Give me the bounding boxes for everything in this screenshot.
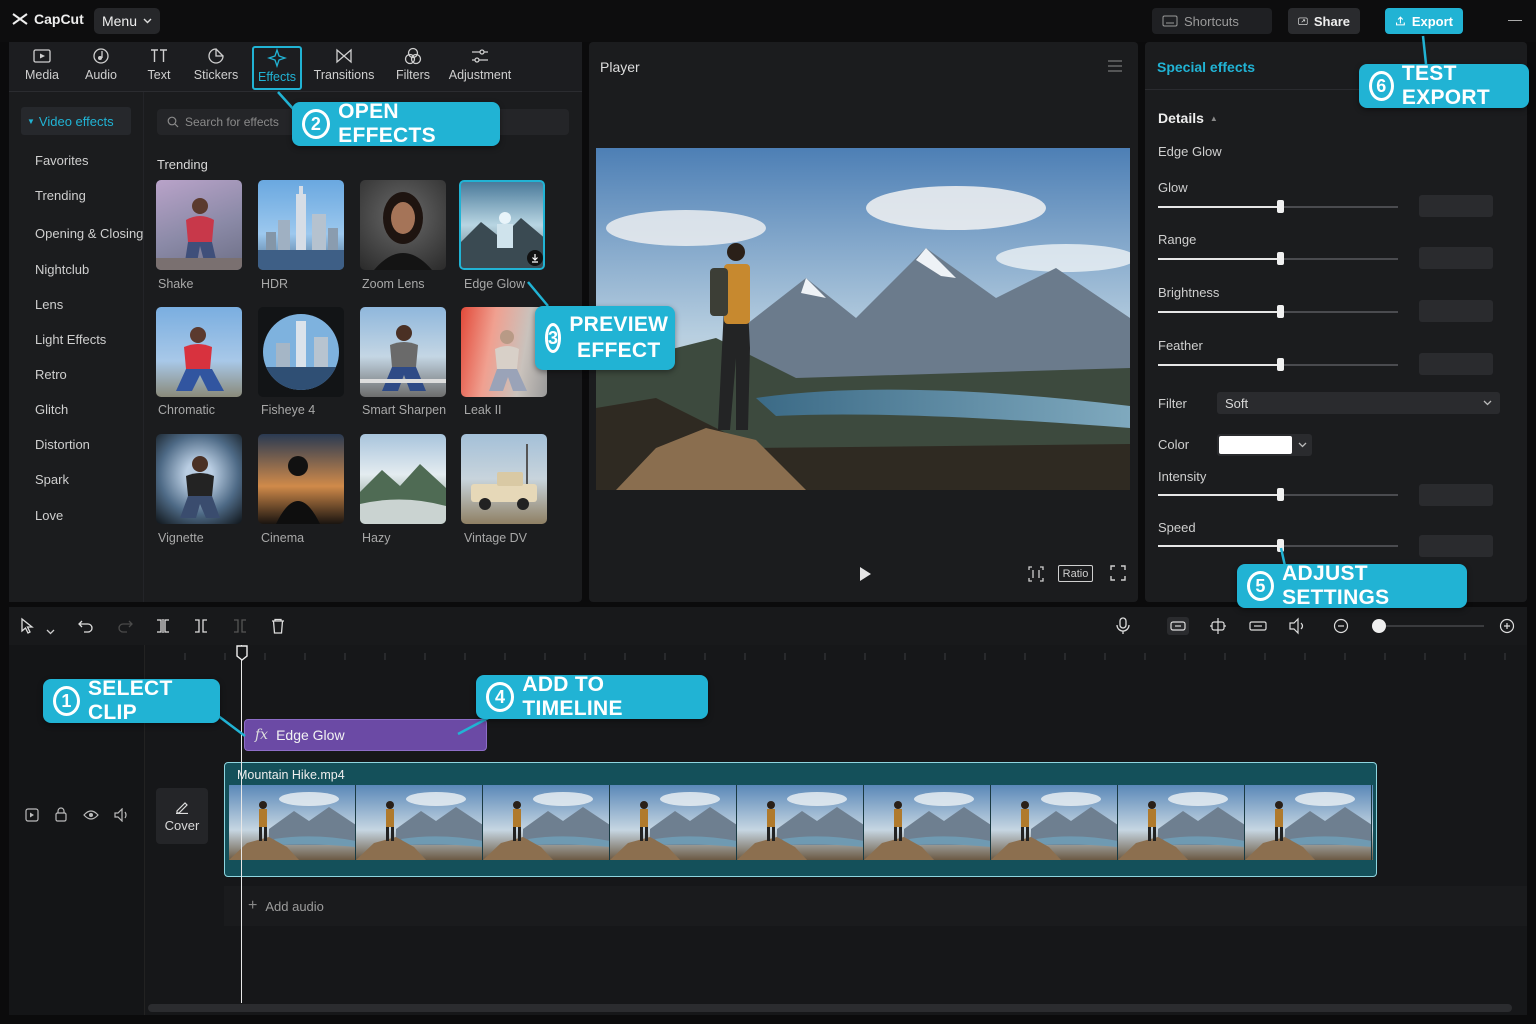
callout-adjust-settings: 5 ADJUST SETTINGS — [1237, 562, 1467, 609]
callout-number: 3 — [545, 323, 562, 353]
callout-text: ADD TO TIMELINE — [522, 673, 623, 720]
callout-text: SELECT CLIP — [87, 677, 173, 724]
callout-text: OPEN EFFECTS — [338, 100, 436, 147]
callout-open-effects: 2 OPEN EFFECTS — [292, 100, 500, 147]
callout-text: EFFECT — [577, 339, 661, 362]
callout-text-block: PREVIEW EFFECT — [569, 312, 668, 364]
callout-test-export: 6 TEST EXPORT — [1359, 62, 1529, 109]
callout-add-to-timeline: 4 ADD TO TIMELINE — [476, 673, 708, 720]
callout-number: 5 — [1247, 571, 1275, 601]
callout-number: 1 — [53, 686, 80, 716]
callout-text: ADJUST SETTINGS — [1282, 562, 1390, 609]
callout-number: 6 — [1369, 71, 1394, 101]
callout-text: TEST EXPORT — [1401, 62, 1490, 109]
callout-number: 2 — [302, 109, 331, 139]
callout-preview-effect: 3 PREVIEW EFFECT — [535, 306, 675, 370]
callout-select-clip: 1 SELECT CLIP — [43, 677, 220, 724]
callout-text: PREVIEW — [569, 313, 669, 336]
callout-number: 4 — [486, 682, 515, 712]
callout-pointers — [212, 35, 1428, 737]
